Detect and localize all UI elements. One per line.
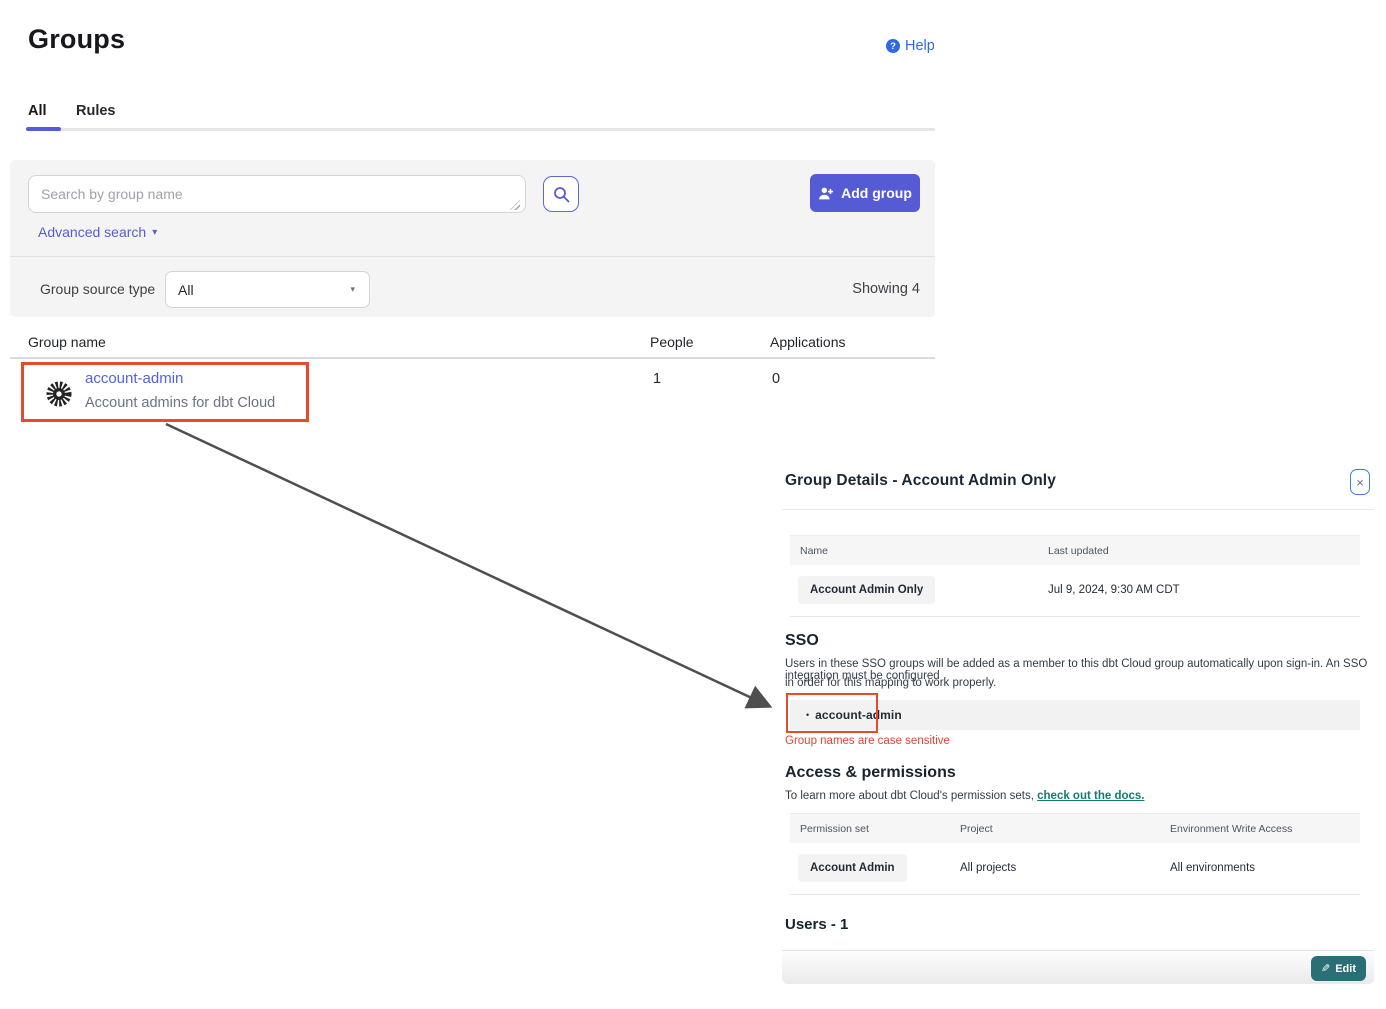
column-header-project: Project [960,823,993,835]
screenshot-stage: Groups ? Help All Rules Advanced search … [0,0,1386,1009]
users-heading: Users - 1 [785,916,848,933]
edit-label: Edit [1335,963,1356,975]
close-button[interactable]: × [1350,469,1370,495]
edit-button[interactable]: ✎ Edit [1311,956,1366,981]
advanced-search-link[interactable]: Advanced search ▾ [38,224,157,240]
panel-footer: ✎ Edit [782,950,1374,984]
group-source-type-value: All [178,282,194,298]
column-header-people: People [650,334,694,350]
column-header-name: Name [800,545,828,557]
search-section: Advanced search ▾ Add group [10,160,935,257]
help-question-icon: ? [886,39,900,53]
environment-value: All environments [1170,862,1255,874]
sso-group-list: • account-admin [790,700,1360,730]
case-sensitive-warning: Group names are case sensitive [785,735,950,747]
column-header-permission-set: Permission set [800,823,869,835]
panel-divider [782,509,1374,510]
docs-link[interactable]: check out the docs. [1037,790,1144,802]
group-avatar-icon [45,380,73,413]
column-header-last-updated: Last updated [1048,545,1109,557]
permissions-table: Permission set Project Environment Write… [790,813,1360,895]
project-value: All projects [960,862,1016,874]
sso-description-line2: in order for this mapping to work proper… [785,677,996,689]
permissions-table-header: Permission set Project Environment Write… [790,813,1360,843]
close-icon: × [1356,475,1364,490]
group-name-link[interactable]: account-admin [85,370,183,387]
group-description: Account admins for dbt Cloud [85,395,275,411]
access-permissions-heading: Access & permissions [785,764,956,782]
select-caret-icon: ▾ [350,285,355,295]
name-table-row: Account Admin Only Jul 9, 2024, 9:30 AM … [790,565,1360,617]
table-header-divider [10,357,935,359]
column-header-applications: Applications [770,334,846,350]
panel-title: Group Details - Account Admin Only [785,472,1056,490]
access-intro-text: To learn more about dbt Cloud's permissi… [785,790,1037,802]
advanced-search-label: Advanced search [38,224,146,240]
column-header-environment-write-access: Environment Write Access [1170,823,1292,835]
search-icon [553,186,570,203]
search-button[interactable] [543,176,579,212]
active-tab-indicator [26,127,61,131]
caret-down-icon: ▾ [152,227,157,238]
last-updated-value: Jul 9, 2024, 9:30 AM CDT [1048,584,1180,596]
help-label: Help [905,38,934,54]
group-source-type-select[interactable]: All ▾ [165,271,370,308]
name-table-header: Name Last updated [790,535,1360,565]
group-details-panel: Group Details - Account Admin Only × Nam… [782,460,1374,990]
page-title: Groups [28,24,125,55]
search-filter-panel: Advanced search ▾ Add group Group source… [10,160,935,317]
showing-count: Showing 4 [852,281,920,297]
permissions-table-row: Account Admin All projects All environme… [790,843,1360,895]
group-people-count: 1 [653,371,661,387]
permission-set-badge: Account Admin [798,854,907,882]
add-group-label: Add group [841,185,912,201]
tabs-divider [26,128,935,131]
group-name-badge: Account Admin Only [798,576,935,604]
name-table: Name Last updated Account Admin Only Jul… [790,535,1360,617]
pencil-icon: ✎ [1321,962,1330,975]
add-group-button[interactable]: Add group [810,174,920,212]
column-header-group-name: Group name [28,334,106,350]
tab-rules[interactable]: Rules [76,103,116,119]
group-source-type-label: Group source type [40,281,155,297]
sso-group-tag: account-admin [815,708,902,722]
bullet-icon: • [806,710,809,720]
sso-heading: SSO [785,632,819,650]
search-input[interactable] [28,175,526,213]
tab-all[interactable]: All [28,103,47,119]
access-permissions-intro: To learn more about dbt Cloud's permissi… [785,790,1144,802]
add-user-icon [818,186,834,201]
help-link[interactable]: ? Help [886,36,934,56]
group-applications-count: 0 [772,371,780,387]
